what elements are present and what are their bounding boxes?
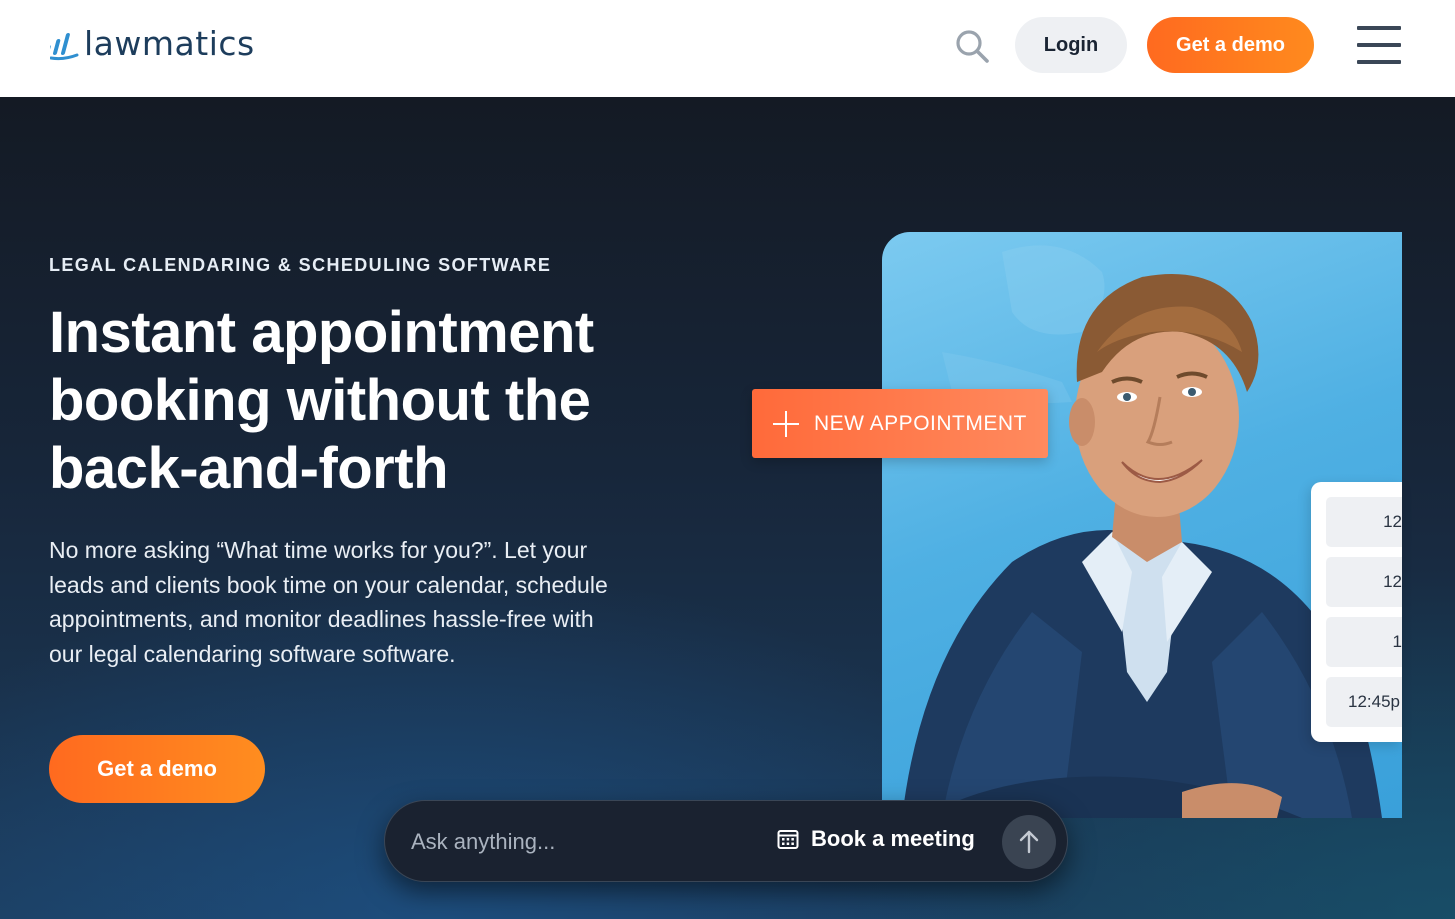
ask-anything-input[interactable] bbox=[411, 823, 741, 861]
calendar-icon bbox=[777, 830, 799, 849]
lawmatics-logo-icon bbox=[50, 32, 79, 60]
site-header: lawmatics Login Get a demo bbox=[0, 0, 1455, 97]
arrow-up-icon bbox=[1019, 830, 1039, 854]
time-slot[interactable]: 12 bbox=[1326, 497, 1402, 547]
time-slot[interactable]: 12 bbox=[1326, 557, 1402, 607]
hero-headline: Instant appointment booking without the … bbox=[49, 300, 594, 501]
time-slot[interactable]: 12:45p bbox=[1326, 677, 1402, 727]
send-button[interactable] bbox=[1002, 815, 1056, 869]
book-meeting-label: Book a meeting bbox=[811, 826, 975, 851]
time-slot[interactable]: 1 bbox=[1326, 617, 1402, 667]
hero-subtext: No more asking “What time works for you?… bbox=[49, 537, 608, 667]
logo-text: lawmatics bbox=[84, 24, 255, 63]
hamburger-menu-icon bbox=[1357, 26, 1401, 30]
search-icon bbox=[956, 30, 989, 63]
book-meeting-button[interactable]: Book a meeting bbox=[777, 826, 975, 852]
login-button[interactable]: Login bbox=[1015, 17, 1127, 73]
time-slot-panel: 12 12 1 12:45p bbox=[1311, 482, 1402, 742]
menu-button[interactable] bbox=[1355, 24, 1403, 66]
plus-icon bbox=[772, 410, 800, 438]
ai-chat-bar: Book a meeting bbox=[384, 800, 1068, 882]
new-appointment-label: NEW APPOINTMENT bbox=[814, 411, 1027, 435]
logo[interactable]: lawmatics bbox=[50, 24, 255, 63]
hero-eyebrow: LEGAL CALENDARING & SCHEDULING SOFTWARE bbox=[49, 255, 552, 275]
hero-section: LEGAL CALENDARING & SCHEDULING SOFTWARE … bbox=[0, 97, 1455, 919]
get-demo-button-hero[interactable]: Get a demo bbox=[49, 735, 265, 803]
new-appointment-badge[interactable]: NEW APPOINTMENT bbox=[752, 389, 1048, 458]
get-demo-button-header[interactable]: Get a demo bbox=[1147, 17, 1314, 73]
search-button[interactable] bbox=[952, 26, 992, 66]
